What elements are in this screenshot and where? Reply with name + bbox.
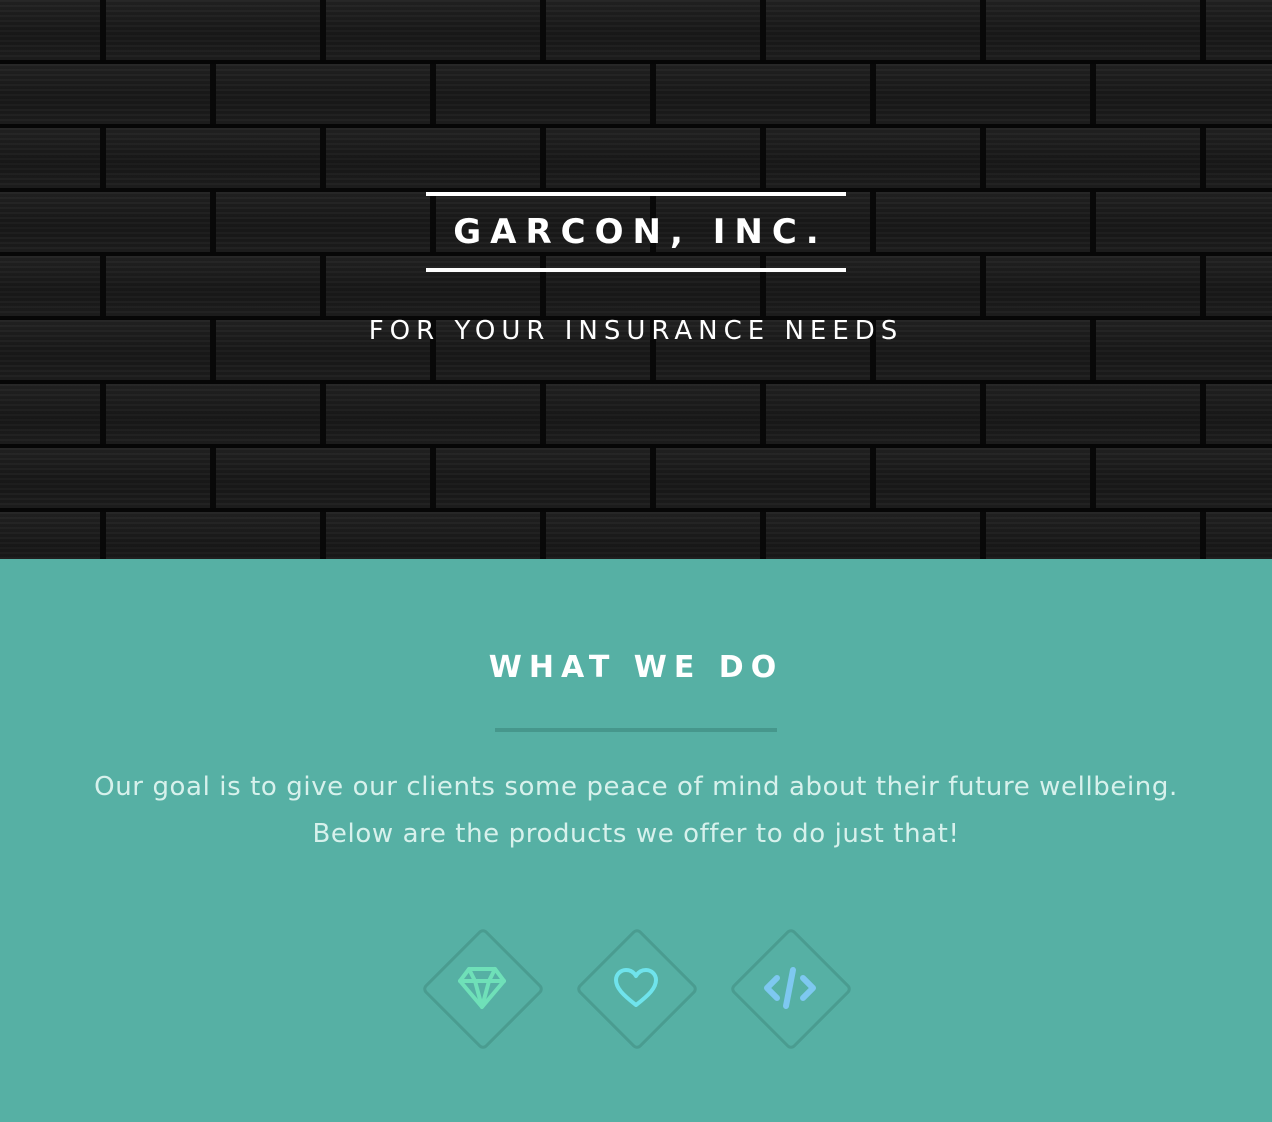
diamond-icon bbox=[458, 967, 506, 1009]
heart-icon bbox=[614, 968, 658, 1007]
title-frame: GARCON, INC. bbox=[426, 192, 846, 272]
tagline: FOR YOUR INSURANCE NEEDS bbox=[368, 316, 904, 346]
hero-content: GARCON, INC. FOR YOUR INSURANCE NEEDS bbox=[0, 0, 1272, 559]
page: GARCON, INC. FOR YOUR INSURANCE NEEDS WH… bbox=[0, 0, 1272, 1122]
service-diamond[interactable] bbox=[420, 926, 546, 1052]
service-heart[interactable] bbox=[574, 926, 700, 1052]
description-line-1: Our goal is to give our clients some pea… bbox=[94, 772, 1178, 802]
services-section: WHAT WE DO Our goal is to give our clien… bbox=[0, 559, 1272, 1122]
description-line-2: Below are the products we offer to do ju… bbox=[312, 819, 960, 849]
section-heading: WHAT WE DO bbox=[488, 650, 784, 685]
service-code[interactable] bbox=[728, 926, 854, 1052]
section-description: Our goal is to give our clients some pea… bbox=[0, 764, 1272, 858]
hero-banner: GARCON, INC. FOR YOUR INSURANCE NEEDS bbox=[0, 0, 1272, 559]
site-title: GARCON, INC. bbox=[453, 212, 828, 252]
heading-divider bbox=[495, 728, 777, 732]
code-icon bbox=[764, 967, 816, 1009]
